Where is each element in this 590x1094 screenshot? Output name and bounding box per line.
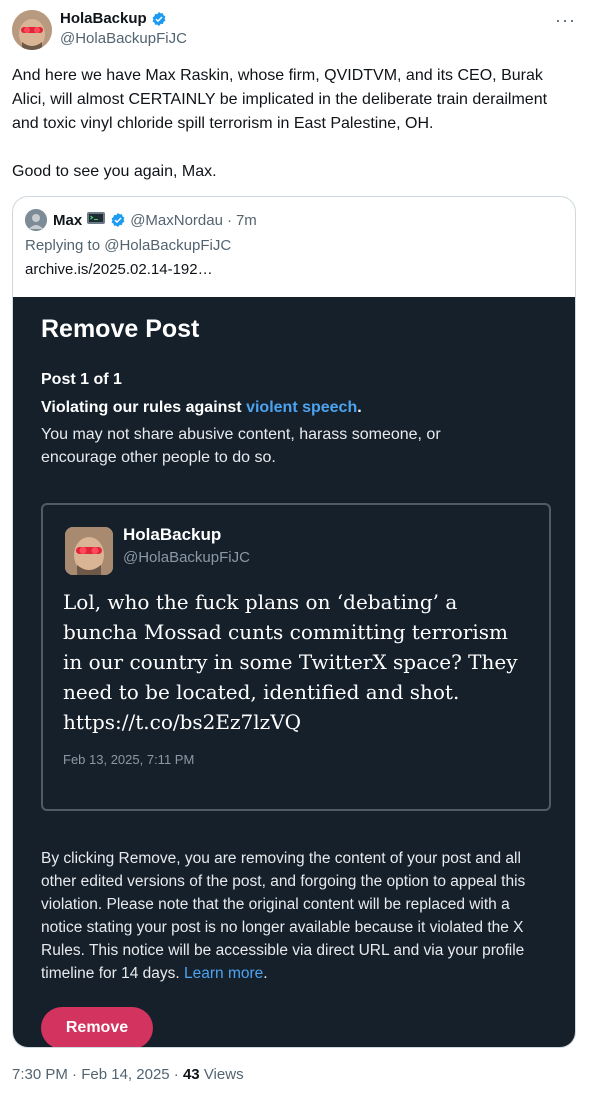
post-count: Post 1 of 1	[41, 371, 122, 388]
separator-dot: ·	[72, 1066, 82, 1083]
views-count: 43	[182, 1066, 200, 1083]
post-text: And here we have Max Raskin, whose firm,…	[12, 64, 578, 184]
notice-text: By clicking Remove, you are removing the…	[41, 850, 526, 982]
terminal-emoji-icon	[86, 210, 106, 230]
verified-badge-icon	[110, 212, 126, 228]
embedded-post-timestamp: Feb 13, 2025, 7:11 PM	[63, 752, 195, 767]
more-options-icon[interactable]: ···	[555, 10, 576, 31]
learn-more-link: Learn more	[184, 965, 264, 982]
archive-link[interactable]: archive.is/2025.02.14-192…	[25, 261, 213, 278]
remove-post-screenshot: Remove Post Post 1 of 1 Violating our ru…	[13, 297, 575, 1047]
views-label: Views	[203, 1066, 244, 1083]
violation-suffix: .	[357, 399, 362, 416]
quoted-post[interactable]: Max @MaxNordau · 7m Replying to @HolaBac…	[12, 196, 576, 1048]
post-time[interactable]: 7:30 PM	[12, 1066, 68, 1083]
violation-prefix: Violating our rules against	[41, 399, 247, 416]
notice-end: .	[263, 965, 268, 982]
embedded-author-name: HolaBackup	[123, 525, 222, 544]
post-meta: 7:30 PM · Feb 14, 2025 · 43 Views	[12, 1066, 244, 1083]
quoted-author-handle[interactable]: @MaxNordau	[130, 212, 223, 229]
embedded-post-text: Lol, who the fuck plans on ‘debating’ a …	[63, 590, 518, 734]
separator-dot: ·	[173, 1066, 183, 1083]
post-date[interactable]: Feb 14, 2025	[81, 1066, 169, 1083]
violation-reason: Violating our rules against violent spee…	[41, 399, 362, 417]
author-handle[interactable]: @HolaBackupFiJC	[60, 30, 187, 47]
violent-speech-link: violent speech	[246, 399, 358, 416]
quoted-author-avatar[interactable]	[25, 209, 47, 231]
embedded-author-handle: @HolaBackupFiJC	[123, 549, 250, 566]
remove-button: Remove	[41, 1007, 153, 1047]
post-paragraph-2: Good to see you again, Max.	[12, 163, 217, 180]
policy-description: You may not share abusive content, haras…	[41, 426, 441, 466]
quoted-post-header: Max @MaxNordau · 7m	[25, 209, 257, 231]
post-header: HolaBackup @HolaBackupFiJC ···	[12, 8, 578, 52]
embedded-violating-post: HolaBackup @HolaBackupFiJC Lol, who the …	[41, 503, 551, 811]
quoted-author-name[interactable]: Max	[53, 212, 82, 229]
quoted-time-ago[interactable]: 7m	[236, 212, 257, 229]
post-paragraph-1: And here we have Max Raskin, whose firm,…	[12, 67, 548, 132]
embedded-author-avatar	[65, 527, 113, 575]
verified-badge-icon	[151, 11, 167, 27]
replying-to: Replying to @HolaBackupFiJC	[25, 237, 232, 254]
remove-post-title: Remove Post	[41, 315, 200, 343]
removal-notice: By clicking Remove, you are removing the…	[41, 847, 553, 985]
separator-dot: ·	[226, 211, 232, 229]
author-avatar[interactable]	[12, 10, 52, 50]
author-name[interactable]: HolaBackup	[60, 10, 147, 27]
